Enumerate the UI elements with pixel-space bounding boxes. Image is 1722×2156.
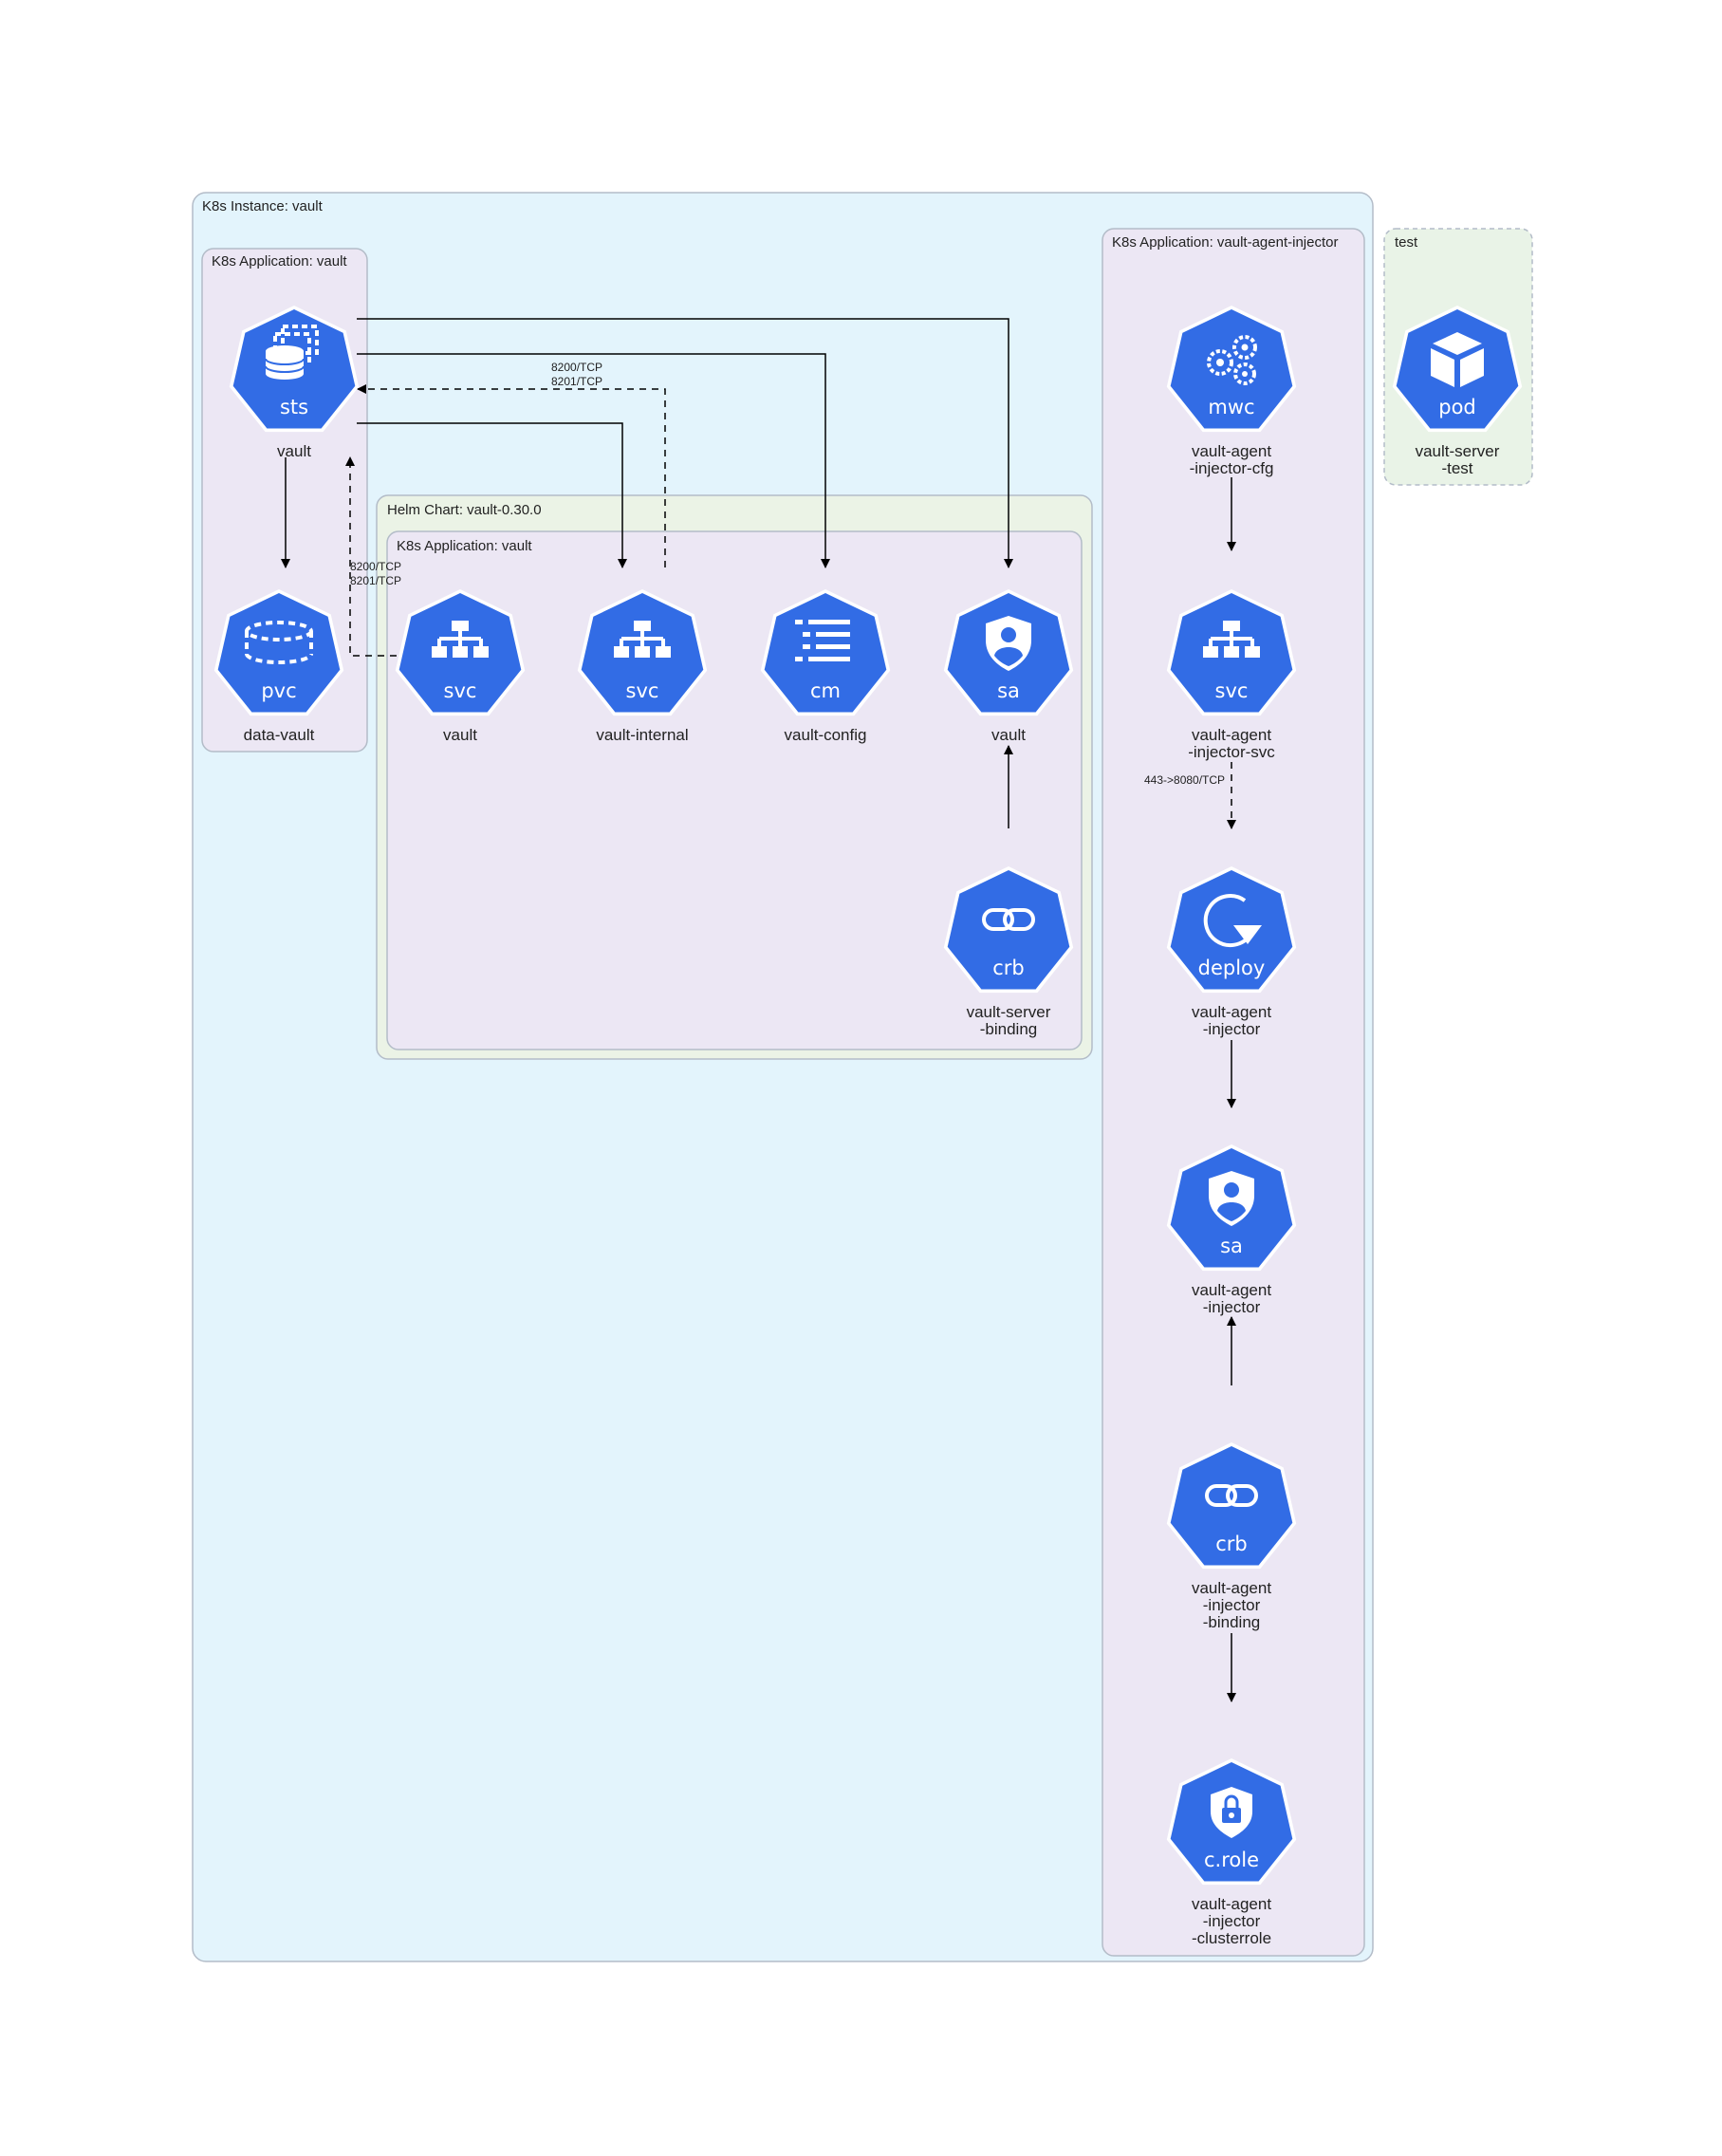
node-name-line: vault-internal xyxy=(596,726,688,744)
node-name-line: vault-agent xyxy=(1192,726,1271,744)
cluster-helm-label: Helm Chart: vault-0.30.0 xyxy=(387,502,542,518)
node-name-line: -test xyxy=(1441,459,1472,477)
node-kind-label: svc xyxy=(1215,679,1249,702)
node-name-line: vault-agent xyxy=(1192,1579,1271,1597)
node-kind-label: sa xyxy=(997,679,1020,702)
node-kind-label: mwc xyxy=(1208,396,1254,418)
node-name-line: vault-config xyxy=(785,726,867,744)
cluster-injector-label: K8s Application: vault-agent-injector xyxy=(1112,234,1338,251)
node-name-line: vault xyxy=(277,442,311,460)
node-name-line: vault-agent xyxy=(1192,1895,1271,1913)
node-kind-label: pod xyxy=(1438,396,1476,418)
node-name-line: vault-agent xyxy=(1192,1281,1271,1299)
node-name-line: -injector-svc xyxy=(1188,743,1275,761)
cluster-injector-box xyxy=(1102,228,1365,1957)
node-name-line: vault xyxy=(443,726,477,744)
node-name-line: data-vault xyxy=(244,726,315,744)
node-name-line: vault-server xyxy=(967,1003,1051,1021)
cluster-helm-app-vault-label: K8s Application: vault xyxy=(397,538,532,554)
node-name-line: -clusterrole xyxy=(1192,1929,1271,1947)
node-kind-label: crb xyxy=(992,957,1025,979)
cluster-test-label: test xyxy=(1395,234,1418,251)
diagram-canvas: K8s Instance: vault K8s Application: vau… xyxy=(192,192,1533,1962)
node-kind-label: sts xyxy=(280,396,308,418)
node-kind-label: crb xyxy=(1215,1533,1248,1555)
node-name-line: -injector xyxy=(1203,1596,1261,1614)
node-kind-label: svc xyxy=(626,679,659,702)
node-name-line: -injector-cfg xyxy=(1190,459,1274,477)
edge-label-internal-port-1: 8200/TCP xyxy=(551,361,602,374)
node-name-line: vault-server xyxy=(1416,442,1500,460)
node-name-line: -binding xyxy=(1203,1613,1261,1631)
node-name-line: vault-agent xyxy=(1192,1003,1271,1021)
node-kind-label: c.role xyxy=(1204,1849,1259,1871)
edge-label-internal-port-2: 8201/TCP xyxy=(551,375,602,388)
edge-label-svc-port-1: 8200/TCP xyxy=(350,560,401,573)
edge-label-svc-port-2: 8201/TCP xyxy=(350,574,401,587)
node-kind-label: pvc xyxy=(261,679,296,702)
cluster-instance-label: K8s Instance: vault xyxy=(202,198,324,214)
node-name-line: vault xyxy=(991,726,1026,744)
node-name-line: -binding xyxy=(980,1020,1038,1038)
node-name-line: -injector xyxy=(1203,1020,1261,1038)
node-name-line: -injector xyxy=(1203,1912,1261,1930)
cluster-app-vault-label: K8s Application: vault xyxy=(212,253,347,270)
node-kind-label: sa xyxy=(1220,1235,1243,1257)
node-kind-label: deploy xyxy=(1198,957,1266,979)
node-kind-label: cm xyxy=(810,679,841,702)
edge-label-injector-port: 443->8080/TCP xyxy=(1144,773,1225,787)
node-name-line: -injector xyxy=(1203,1298,1261,1316)
node-kind-label: svc xyxy=(444,679,477,702)
cluster-injector-app: K8s Application: vault-agent-injector xyxy=(1102,228,1365,1957)
node-name-line: vault-agent xyxy=(1192,442,1271,460)
